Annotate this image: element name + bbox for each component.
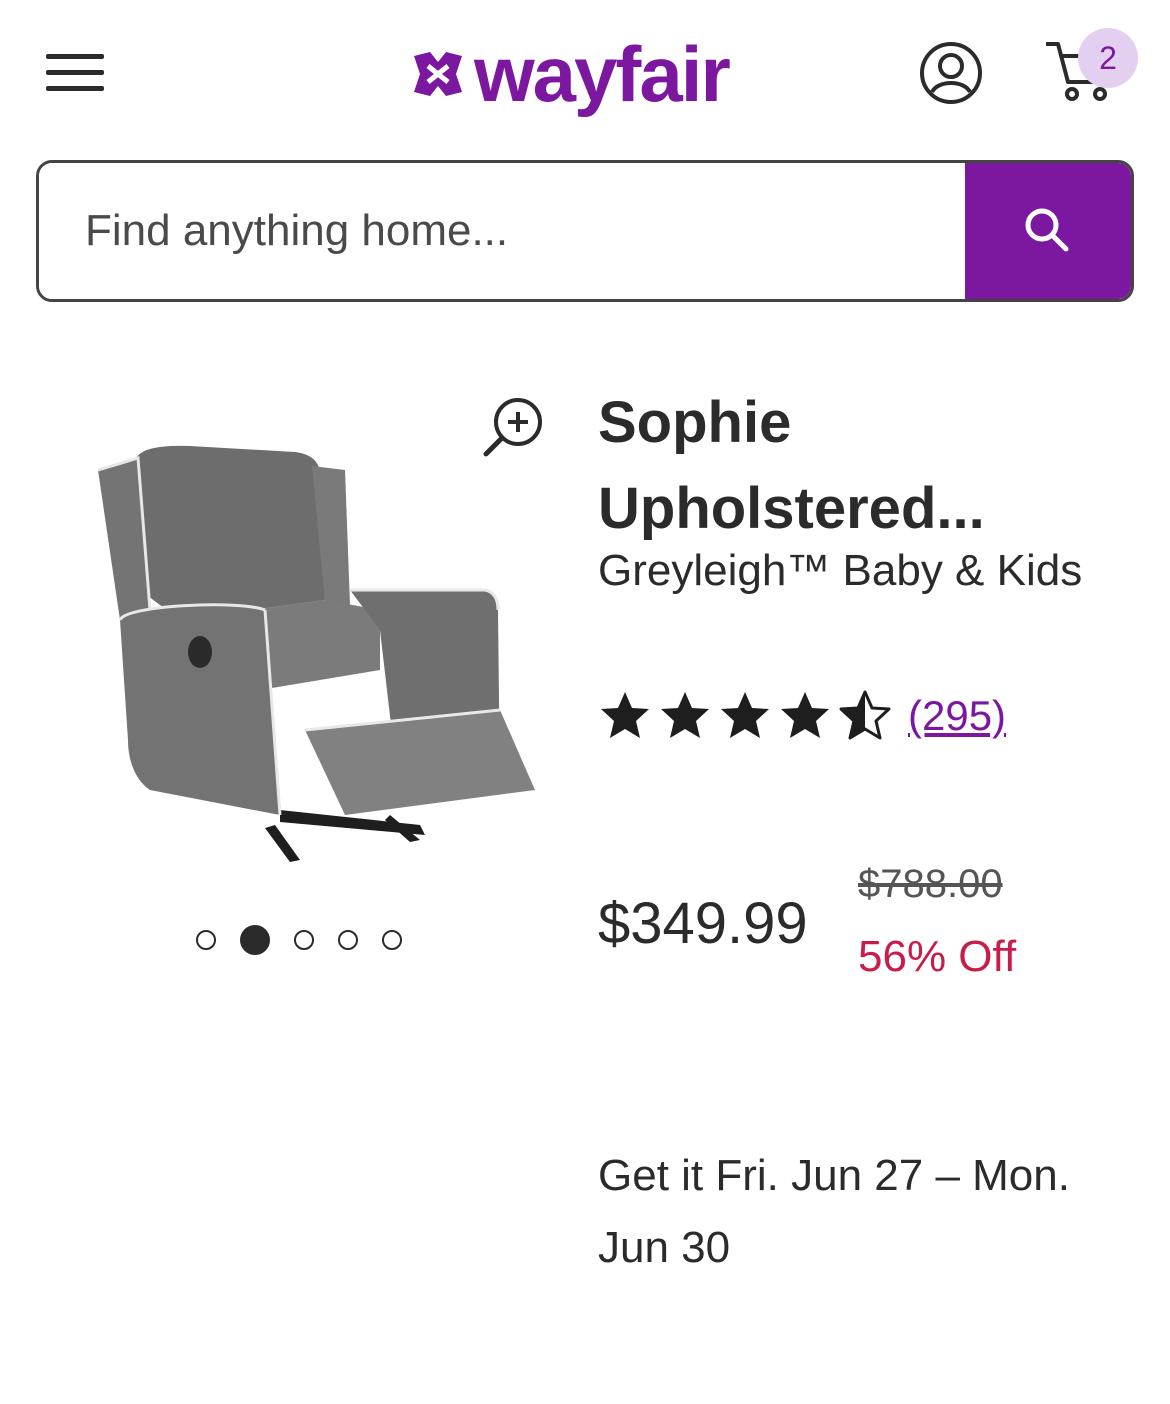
sale-price: $349.99 xyxy=(598,891,808,956)
review-count-link[interactable]: (295) xyxy=(908,692,1006,740)
logo-mark-icon xyxy=(414,52,462,96)
header: wayfair 2 xyxy=(0,0,1170,140)
account-icon[interactable] xyxy=(918,40,984,106)
star-full-icon xyxy=(661,692,709,738)
delivery-estimate: Get it Fri. Jun 27 – Mon. Jun 30 xyxy=(598,1140,1138,1284)
delivery-line1: Get it Fri. Jun 27 – Mon. xyxy=(598,1151,1070,1200)
search-button[interactable] xyxy=(965,163,1131,299)
product-title-line1: Sophie xyxy=(598,390,792,455)
original-price: $788.00 xyxy=(858,862,1003,906)
hamburger-menu-icon[interactable] xyxy=(40,44,110,100)
star-full-icon xyxy=(601,692,649,738)
star-half-icon xyxy=(839,690,891,740)
product-brand[interactable]: Greyleigh™ Baby & Kids xyxy=(598,546,1082,596)
star-full-icon xyxy=(721,692,769,738)
wayfair-logo[interactable]: wayfair xyxy=(410,24,770,124)
logo-text: wayfair xyxy=(474,29,731,118)
product-rating: (295) xyxy=(598,690,1006,742)
search-input[interactable] xyxy=(39,163,969,299)
product-image[interactable] xyxy=(80,430,550,870)
search-icon xyxy=(1025,208,1069,252)
star-rating xyxy=(598,690,892,742)
carousel-dot[interactable] xyxy=(338,930,358,950)
cart-count-badge: 2 xyxy=(1078,28,1138,88)
star-full-icon xyxy=(781,692,829,738)
product-title-line2: Upholstered... xyxy=(598,476,985,541)
delivery-line2: Jun 30 xyxy=(598,1223,731,1272)
carousel-dot[interactable] xyxy=(294,930,314,950)
carousel-dot[interactable] xyxy=(196,930,216,950)
carousel-dot[interactable] xyxy=(382,930,402,950)
search-bar xyxy=(36,160,1134,302)
product-title[interactable]: Sophie Upholstered... xyxy=(598,380,1138,552)
image-carousel-dots xyxy=(196,924,402,956)
discount-label: 56% Off xyxy=(858,932,1017,981)
carousel-dot-active[interactable] xyxy=(240,925,270,955)
